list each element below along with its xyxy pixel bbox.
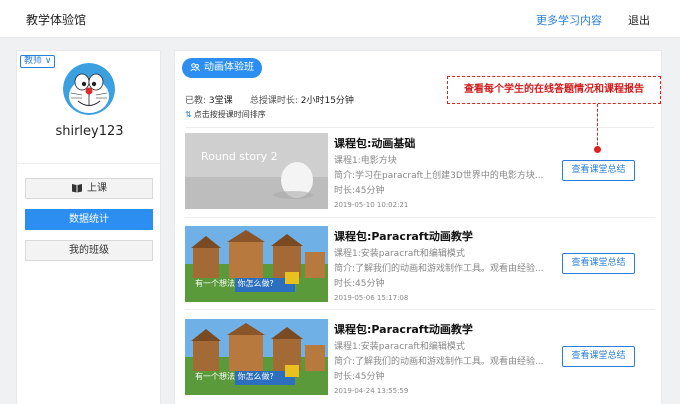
course-title: 课程包:动画基础 [334,137,416,150]
course-description: 简介:学习在paracraft上创建3D世界中的电影方块... [334,171,544,181]
course-row: 有一个想法 你怎么做? 课程包:Paracraft动画教学 课程1:安装para… [185,319,655,401]
thumb-caption: 有一个想法 你怎么做? [195,371,274,381]
course-date: 2019-05-06 15:17:08 [334,294,409,302]
course-description: 简介:了解我们的动画和游戏制作工具。观看由经验... [334,264,544,274]
thumb-caption: 有一个想法 你怎么做? [195,278,274,288]
avatar [63,63,115,115]
taught-label: 已教: [185,96,207,106]
course-row: 有一个想法 你怎么做? 课程包:Paracraft动画教学 课程1:安装para… [185,226,655,308]
top-bar: 教学体验馆 更多学习内容 退出 [0,0,680,38]
course-thumbnail[interactable]: Round story 2 [185,133,328,209]
duration-value: 2小时15分钟 [300,96,354,106]
annotation-dot [594,146,601,153]
avatar-image [63,63,115,115]
duration-label: 总授课时长: [249,96,298,106]
my-class-button[interactable]: 我的班级 [25,240,153,261]
sort-icon: ⇅ [185,110,192,119]
sidebar-divider [17,163,162,164]
tab-animation-class[interactable]: 动画体验班 [182,58,262,78]
sort-by-time-link[interactable]: ⇅ 点击按授课时间排序 [185,109,266,120]
annotation-leader-line [597,104,598,150]
username: shirley123 [55,124,124,139]
role-dropdown[interactable]: 教师 ∨ [20,55,56,68]
row-divider [185,217,655,218]
app-title: 教学体验馆 [26,13,87,27]
course-title: 课程包:Paracraft动画教学 [334,323,473,336]
course-title: 课程包:Paracraft动画教学 [334,230,473,243]
start-class-button[interactable]: 上课 [25,178,153,199]
sort-label: 点击按授课时间排序 [193,110,266,119]
course-duration: 时长:45分钟 [334,279,385,289]
course-lesson: 课程1:安装paracraft和编辑模式 [334,342,465,352]
row-divider [185,309,655,310]
sidebar: 教师 ∨ shirley123 上课 数据统计 我的班级 [16,50,162,404]
course-date: 2019-04-24 13:55:59 [334,387,409,395]
course-thumbnail[interactable]: 有一个想法 你怎么做? [185,226,328,302]
logout-link[interactable]: 退出 [628,12,650,28]
course-date: 2019-05-10 10:02:21 [334,201,409,209]
view-summary-button[interactable]: 查看课堂总结 [562,346,635,367]
teaching-stats: 已教: 3堂课 总授课时长: 2小时15分钟 [185,93,354,106]
view-summary-button[interactable]: 查看课堂总结 [562,160,635,181]
course-duration: 时长:45分钟 [334,186,385,196]
course-lesson: 课程1:安装paracraft和编辑模式 [334,249,465,259]
thumb-caption: Round story 2 [201,150,278,163]
start-class-label: 上课 [87,183,107,194]
course-duration: 时长:45分钟 [334,372,385,382]
course-thumbnail[interactable]: 有一个想法 你怎么做? [185,319,328,395]
course-row: Round story 2 课程包:动画基础 课程1:电影方块 简介:学习在pa… [185,133,655,215]
row-divider [185,127,655,128]
taught-value: 3堂课 [208,96,233,106]
more-learning-link[interactable]: 更多学习内容 [536,12,602,28]
course-description: 简介:了解我们的动画和游戏制作工具。观看由经验... [334,357,544,367]
book-icon [71,181,83,200]
annotation-callout: 查看每个学生的在线答题情况和课程报告 [447,76,661,104]
course-lesson: 课程1:电影方块 [334,156,397,166]
data-stats-button[interactable]: 数据统计 [25,209,153,230]
tab-label: 动画体验班 [204,62,254,73]
view-summary-button[interactable]: 查看课堂总结 [562,253,635,274]
group-icon [190,63,200,72]
